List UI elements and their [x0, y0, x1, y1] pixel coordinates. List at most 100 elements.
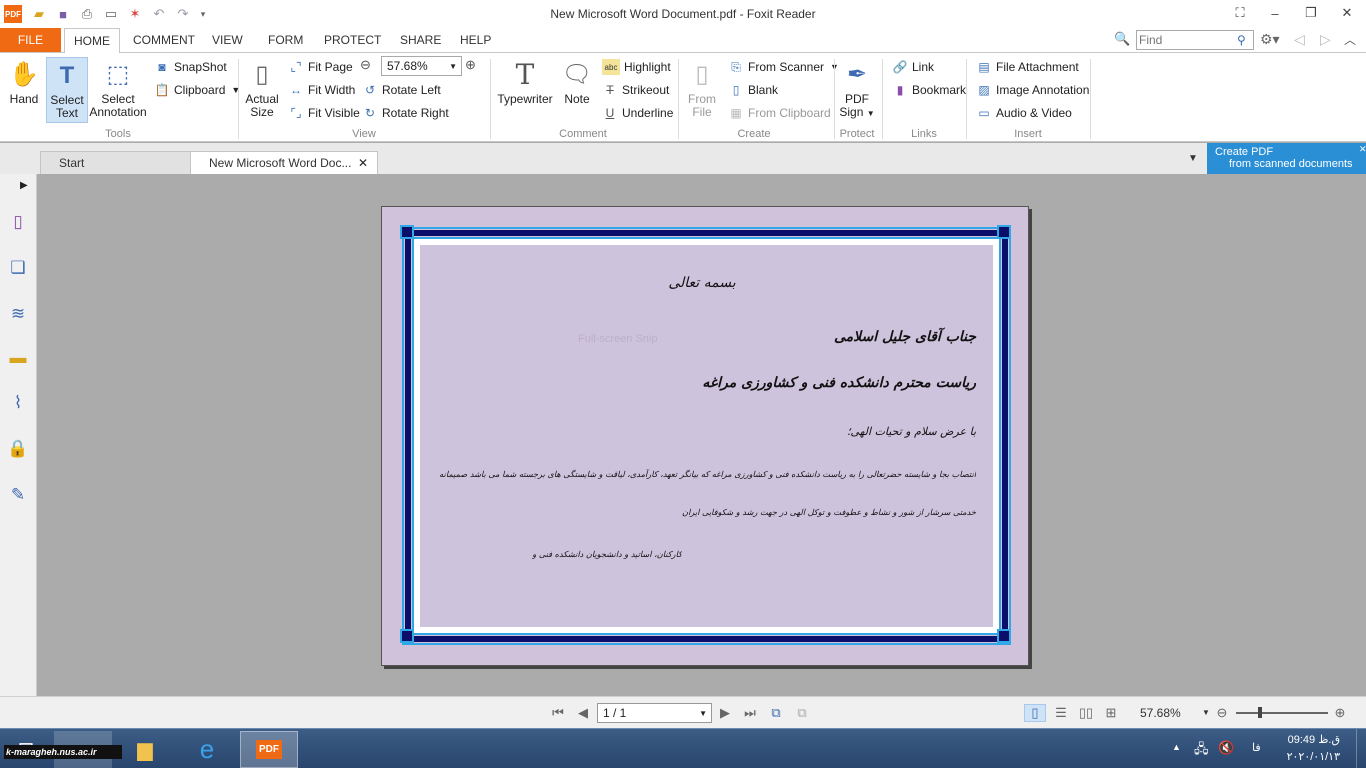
pages-icon[interactable]: ❏	[5, 255, 31, 281]
zoom-level-label[interactable]: 57.68%	[1140, 706, 1181, 720]
expand-panel-icon[interactable]: ▶	[20, 180, 28, 191]
network-icon[interactable]: 🖧	[1194, 740, 1209, 762]
tab-home[interactable]: HOME	[64, 28, 120, 53]
snapshot-button[interactable]: ◙ SnapShot	[154, 57, 226, 77]
underline-button[interactable]: U Underline	[602, 103, 674, 123]
fullscreen-icon[interactable]: ⛶	[1225, 3, 1255, 23]
facing-icon[interactable]: ▯▯	[1075, 704, 1097, 722]
single-page-icon[interactable]: ▯	[1024, 704, 1046, 722]
tab-share[interactable]: SHARE	[391, 28, 450, 52]
close-banner-icon[interactable]: ✕	[1359, 143, 1366, 155]
search-input[interactable]	[1139, 32, 1235, 48]
attachments-icon[interactable]: ⌇	[5, 390, 31, 416]
zoom-slider-thumb[interactable]	[1258, 707, 1262, 718]
comments-icon[interactable]: ▬	[5, 345, 31, 371]
fit-page-button[interactable]: ⌞⌝ Fit Page	[288, 57, 352, 77]
divider	[678, 59, 679, 139]
zoom-in-icon[interactable]: ⊕	[1332, 704, 1348, 722]
highlight-icon: abc	[602, 59, 620, 75]
actual-size-icon: ▯	[255, 60, 269, 88]
language-indicator[interactable]: فا	[1252, 741, 1261, 754]
tab-file[interactable]: FILE	[0, 28, 61, 52]
select-annotation-button[interactable]: ⬚ Select Annotation	[89, 57, 146, 123]
fit-visible-button[interactable]: ⌜⌟ Fit Visible	[288, 103, 359, 123]
internet-explorer-icon[interactable]: e	[178, 731, 236, 768]
zoom-out-icon[interactable]: ⊖	[1214, 704, 1230, 722]
underline-icon: U	[605, 106, 615, 120]
close-button[interactable]: ✕	[1332, 3, 1362, 23]
tab-help[interactable]: HELP	[451, 28, 500, 52]
typewriter-button[interactable]: T Typewriter	[496, 57, 554, 123]
typewriter-icon: T	[515, 57, 535, 91]
file-explorer-icon[interactable]: ▆	[116, 731, 174, 768]
from-clipboard-button[interactable]: ▦ From Clipboard	[728, 103, 830, 123]
document-view[interactable]: Full-screen Snip بسمه تعالی جناب آقای جل…	[37, 174, 1366, 696]
rotate-left-button[interactable]: ↺ Rotate Left	[362, 80, 441, 100]
signature-panel-icon[interactable]: ✎	[5, 482, 31, 508]
volume-icon[interactable]: 🔇	[1218, 740, 1234, 756]
tab-comment[interactable]: COMMENT	[124, 28, 204, 52]
select-text-button[interactable]: T Select Text	[46, 57, 88, 123]
fit-width-button[interactable]: ↔ Fit Width	[288, 80, 355, 100]
pdf-sign-button[interactable]: ✒ PDF Sign ▼	[838, 57, 876, 123]
image-annotation-button[interactable]: ▨ Image Annotation	[976, 80, 1089, 100]
minimize-button[interactable]: –	[1260, 3, 1290, 23]
first-page-icon[interactable]: ⏮	[548, 704, 568, 722]
create-pdf-banner[interactable]: Create PDF from scanned documents ✕	[1207, 143, 1366, 174]
next-page-icon[interactable]: ▶	[716, 704, 734, 722]
clipboard-icon: 📋	[154, 83, 170, 97]
close-tab-icon[interactable]: ✕	[358, 152, 368, 174]
tab-view[interactable]: VIEW	[203, 28, 252, 52]
actual-size-button[interactable]: ▯ Actual Size	[244, 57, 280, 123]
search-icon[interactable]: ⚲	[1237, 31, 1253, 49]
divider	[834, 59, 835, 139]
link-button[interactable]: 🔗 Link	[892, 57, 935, 77]
from-scanner-button[interactable]: ⎘From Scanner▼	[728, 57, 839, 77]
zoom-dropdown-icon[interactable]: ▼	[1202, 708, 1210, 717]
show-desktop-button[interactable]	[1356, 729, 1366, 768]
strikeout-button[interactable]: T Strikeout	[602, 80, 669, 100]
continuous-facing-icon[interactable]: ⊞	[1100, 704, 1122, 722]
recipient-name: جناب آقای جلیل اسلامی	[833, 329, 976, 345]
file-attachment-button[interactable]: ▤ File Attachment	[976, 57, 1078, 77]
collapse-ribbon-icon[interactable]: ︿	[1344, 31, 1360, 49]
previous-view-icon[interactable]: ⧉	[766, 704, 786, 722]
settings-gear-icon[interactable]: ⚙▾	[1260, 31, 1286, 49]
next-view-icon[interactable]: ⧉	[792, 704, 812, 722]
clipboard-button[interactable]: 📋 Clipboard ▼	[154, 80, 241, 100]
clock-date[interactable]: ۲۰۲۰/۰۱/۱۳	[1280, 750, 1340, 763]
layers-icon[interactable]: ≋	[5, 301, 31, 327]
tab-protect[interactable]: PROTECT	[315, 28, 390, 52]
continuous-icon[interactable]: ☰	[1050, 704, 1072, 722]
rotate-right-button[interactable]: ↻ Rotate Right	[362, 103, 449, 123]
search-folder-icon[interactable]: 🔍	[1114, 31, 1132, 49]
frame-corner	[400, 225, 414, 239]
lock-icon[interactable]: 🔒	[5, 436, 31, 462]
zoom-select[interactable]: 57.68% ▼	[381, 56, 462, 76]
previous-page-icon[interactable]: ◀	[574, 704, 592, 722]
page-number-input[interactable]: 1 / 1 ▼	[597, 703, 712, 723]
last-page-icon[interactable]: ⏭	[740, 704, 760, 722]
tab-list-dropdown-icon[interactable]: ▼	[1188, 153, 1198, 164]
hand-tool-button[interactable]: ✋ Hand	[4, 57, 44, 123]
show-hidden-icons[interactable]: ▲	[1172, 742, 1181, 752]
blank-button[interactable]: ▯ Blank	[728, 80, 778, 100]
highlight-button[interactable]: abc Highlight	[602, 57, 671, 77]
audio-video-button[interactable]: ▭ Audio & Video	[976, 103, 1072, 123]
from-file-button[interactable]: ▯ From File	[684, 57, 720, 123]
bookmark-button[interactable]: ▮ Bookmark	[892, 80, 966, 100]
restore-button[interactable]: ❐	[1296, 3, 1326, 23]
tab-form[interactable]: FORM	[259, 28, 312, 52]
zoom-in-icon[interactable]: ⊕	[465, 57, 481, 75]
next-icon[interactable]: ▷	[1320, 31, 1336, 49]
zoom-slider[interactable]	[1236, 707, 1328, 718]
tab-current-document[interactable]: New Microsoft Word Doc... ✕	[190, 151, 378, 174]
clock-time[interactable]: ق.ظ 09:49	[1280, 733, 1340, 746]
tab-start[interactable]: Start	[40, 151, 192, 174]
prev-icon[interactable]: ◁	[1294, 31, 1310, 49]
note-button[interactable]: 🗨 Note	[558, 57, 596, 123]
blank-page-icon: ▯	[732, 83, 740, 97]
zoom-out-icon[interactable]: ⊖	[360, 57, 376, 75]
foxit-taskbar-icon[interactable]: PDF	[240, 731, 298, 768]
bookmarks-icon[interactable]: ▯	[5, 209, 31, 235]
